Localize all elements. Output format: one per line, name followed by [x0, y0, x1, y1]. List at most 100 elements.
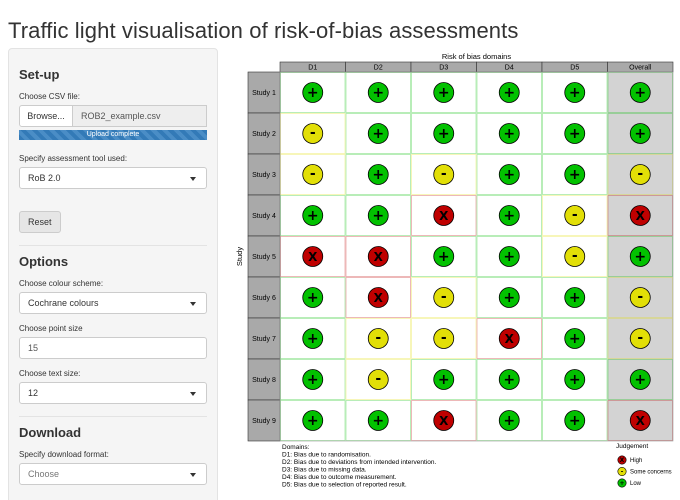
judgement-symbol: X: [636, 414, 646, 428]
judgement-symbol: X: [374, 250, 384, 264]
browse-button[interactable]: Browse...: [19, 105, 73, 127]
reset-button[interactable]: Reset: [19, 211, 61, 233]
domain-caption-line: D5: Bias due to selection of reported re…: [282, 482, 407, 489]
tool-select[interactable]: RoB 2.0: [19, 167, 207, 189]
download-format-label: Specify download format:: [19, 450, 109, 459]
download-format-select[interactable]: Choose: [19, 463, 207, 485]
judgement-symbol: -: [441, 330, 447, 346]
column-header-label: D1: [308, 65, 317, 72]
legend-label: Some concerns: [630, 470, 672, 476]
point-size-input[interactable]: 15: [19, 337, 207, 359]
judgement-symbol: +: [503, 372, 515, 388]
chevron-down-icon: [190, 392, 196, 396]
judgement-symbol: +: [634, 249, 646, 265]
judgement-symbol: X: [374, 291, 384, 305]
legend-title: Judgement: [616, 443, 648, 450]
judgement-symbol: +: [307, 331, 319, 347]
judgement-symbol: -: [375, 330, 381, 346]
judgement-symbol: +: [569, 331, 581, 347]
download-format-placeholder: Choose: [28, 469, 60, 479]
judgement-symbol: +: [503, 413, 515, 429]
legend-swatch-symbol: +: [619, 480, 624, 487]
judgement-symbol: -: [637, 289, 643, 305]
csv-file-label: Choose CSV file:: [19, 92, 80, 101]
judgement-symbol: -: [441, 166, 447, 182]
domains-caption-title: Domains:: [282, 444, 310, 451]
judgement-symbol: +: [569, 126, 581, 142]
judgement-symbol: +: [372, 85, 384, 101]
judgement-symbol: X: [439, 209, 449, 223]
row-header-label: Study 1: [252, 90, 276, 97]
row-header-label: Study 2: [252, 131, 276, 138]
judgement-symbol: +: [307, 290, 319, 306]
text-size-select[interactable]: 12: [19, 382, 207, 404]
legend-label: Low: [630, 481, 642, 487]
judgement-symbol: +: [307, 85, 319, 101]
colour-scheme-label: Choose colour scheme:: [19, 279, 104, 288]
judgement-symbol: X: [439, 414, 449, 428]
judgement-symbol: -: [441, 289, 447, 305]
judgement-symbol: +: [307, 372, 319, 388]
judgement-symbol: +: [372, 208, 384, 224]
judgement-symbol: -: [375, 371, 381, 387]
judgement-symbol: -: [637, 330, 643, 346]
row-header-label: Study 5: [252, 254, 276, 261]
judgement-symbol: +: [569, 372, 581, 388]
file-input-group: Browse... ROB2_example.csv: [19, 105, 207, 127]
upload-progress-bar: Upload complete: [19, 130, 207, 140]
judgement-symbol: X: [308, 250, 318, 264]
row-header-label: Study 3: [252, 172, 276, 179]
options-heading: Options: [19, 254, 69, 269]
file-name-field[interactable]: ROB2_example.csv: [73, 105, 207, 127]
judgement-symbol: +: [634, 126, 646, 142]
judgement-symbol: +: [569, 167, 581, 183]
judgement-symbol: -: [572, 248, 578, 264]
judgement-symbol: +: [438, 126, 450, 142]
colour-scheme-select[interactable]: Cochrane colours: [19, 292, 207, 314]
judgement-symbol: +: [503, 208, 515, 224]
chevron-down-icon: [190, 302, 196, 306]
row-header-label: Study 4: [252, 213, 276, 220]
legend-label: High: [630, 458, 642, 464]
judgement-symbol: +: [438, 85, 450, 101]
column-header-label: D5: [570, 65, 579, 72]
row-header-label: Study 9: [252, 418, 276, 425]
judgement-symbol: +: [372, 126, 384, 142]
download-heading: Download: [19, 425, 82, 440]
text-size-value: 12: [28, 388, 39, 398]
colour-scheme-value: Cochrane colours: [28, 298, 99, 308]
chevron-down-icon: [190, 473, 196, 477]
judgement-symbol: +: [503, 249, 515, 265]
text-size-label: Choose text size:: [19, 369, 81, 378]
column-header-label: Overall: [629, 65, 652, 72]
judgement-symbol: +: [634, 85, 646, 101]
column-header-label: D3: [439, 65, 448, 72]
judgement-symbol: +: [634, 372, 646, 388]
judgement-symbol: -: [310, 166, 316, 182]
point-size-label: Choose point size: [19, 324, 83, 333]
judgement-symbol: +: [569, 290, 581, 306]
chevron-down-icon: [190, 177, 196, 181]
judgement-symbol: +: [569, 413, 581, 429]
app-title: Traffic light visualisation of risk-of-b…: [8, 18, 519, 43]
tool-label: Specify assessment tool used:: [19, 154, 128, 163]
traffic-light-plot: Risk of bias domains Study D1 D2 D3 D4 D5 Overa…: [235, 52, 674, 489]
domain-caption-line: D2: Bias due to deviations from intended…: [282, 459, 436, 466]
divider: [19, 245, 207, 246]
judgement-symbol: -: [572, 207, 578, 223]
domain-caption-line: D1: Bias due to randomisation.: [282, 452, 371, 459]
judgement-symbol: -: [637, 166, 643, 182]
judgement-symbol: +: [503, 85, 515, 101]
judgement-symbol: +: [503, 167, 515, 183]
judgement-symbol: +: [569, 85, 581, 101]
judgement-symbol: X: [505, 332, 515, 346]
tool-select-value: RoB 2.0: [28, 173, 61, 183]
legend-swatch-symbol: X: [620, 457, 625, 464]
row-header-label: Study 7: [252, 336, 276, 343]
row-header-label: Study 6: [252, 295, 276, 302]
judgement-symbol: X: [636, 209, 646, 223]
row-header-label: Study 8: [252, 377, 276, 384]
domain-caption-line: D4: Bias due to outcome measurement.: [282, 474, 397, 481]
judgement-symbol: +: [438, 249, 450, 265]
domains-axis-title: Risk of bias domains: [442, 52, 511, 61]
